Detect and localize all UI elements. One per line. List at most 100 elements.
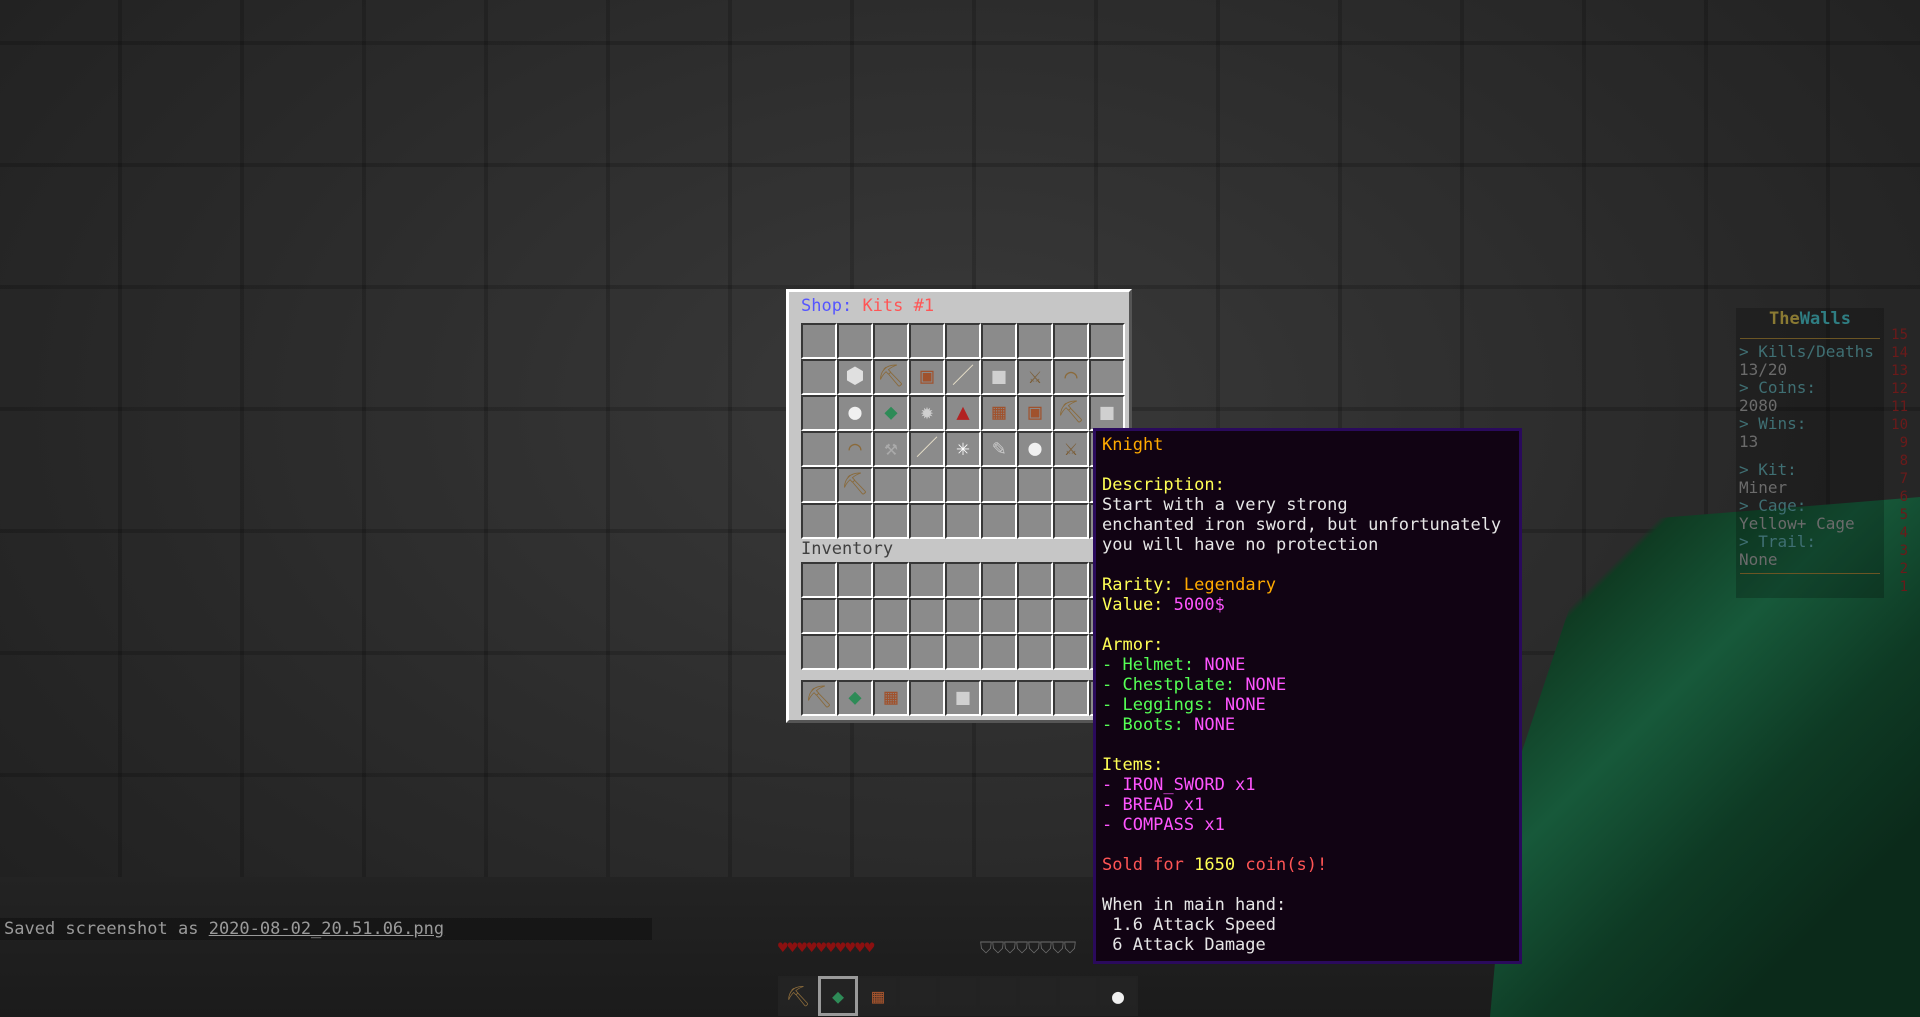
- hotbar-item-icon: ●: [1111, 984, 1125, 1008]
- shop-slot[interactable]: ⌒: [1053, 359, 1089, 395]
- shop-slot[interactable]: ／: [909, 431, 945, 467]
- inventory-slot[interactable]: [873, 598, 909, 634]
- item-icon: ⌒: [848, 436, 862, 461]
- inventory-slot[interactable]: [981, 598, 1017, 634]
- inventory-hotbar-slot[interactable]: ◆: [837, 680, 873, 716]
- shop-slot[interactable]: [1053, 323, 1089, 359]
- shop-slot[interactable]: ⚒: [873, 431, 909, 467]
- shop-slot[interactable]: [1017, 467, 1053, 503]
- shop-slot[interactable]: [909, 503, 945, 539]
- shop-slot[interactable]: ⛏: [837, 467, 873, 503]
- inventory-slot[interactable]: [909, 634, 945, 670]
- shop-slot[interactable]: ■: [981, 359, 1017, 395]
- shop-slot[interactable]: ⛏: [1053, 395, 1089, 431]
- inventory-slot[interactable]: [801, 634, 837, 670]
- inventory-slot[interactable]: [1017, 634, 1053, 670]
- shop-slot[interactable]: [1053, 467, 1089, 503]
- shop-slot[interactable]: ⚔: [1017, 359, 1053, 395]
- hud-hotbar-slot[interactable]: [1018, 976, 1058, 1016]
- inventory-hotbar-slot[interactable]: [981, 680, 1017, 716]
- shop-slot[interactable]: [1017, 323, 1053, 359]
- inventory-hotbar-slot[interactable]: [1017, 680, 1053, 716]
- inventory-slot[interactable]: [837, 598, 873, 634]
- shop-slot[interactable]: [801, 467, 837, 503]
- shop-slot[interactable]: [801, 431, 837, 467]
- shop-slot[interactable]: ▣: [1017, 395, 1053, 431]
- shop-slot[interactable]: [801, 323, 837, 359]
- shop-slot[interactable]: [801, 359, 837, 395]
- shop-slot[interactable]: ⬢: [837, 359, 873, 395]
- shop-slot[interactable]: ▣: [909, 359, 945, 395]
- hud-hotbar-slot[interactable]: ⛏: [778, 976, 818, 1016]
- shop-slot[interactable]: [981, 503, 1017, 539]
- shop-slot[interactable]: ⌒: [837, 431, 873, 467]
- shop-slot[interactable]: [1089, 323, 1125, 359]
- inventory-hotbar-slot[interactable]: ⛏: [801, 680, 837, 716]
- hud-hotbar-slot[interactable]: ▦: [858, 976, 898, 1016]
- shop-slot[interactable]: ✎: [981, 431, 1017, 467]
- screenshot-filename-link[interactable]: 2020-08-02_20.51.06.png: [209, 919, 444, 939]
- shop-slot[interactable]: ⚔: [1053, 431, 1089, 467]
- shop-slot[interactable]: [945, 503, 981, 539]
- shop-slot[interactable]: [909, 323, 945, 359]
- shop-slot[interactable]: ✳: [945, 431, 981, 467]
- shop-slot[interactable]: ▦: [981, 395, 1017, 431]
- shop-slot[interactable]: ●: [837, 395, 873, 431]
- armor-label: Armor:: [1102, 635, 1164, 655]
- shop-slot[interactable]: [873, 503, 909, 539]
- inventory-slot[interactable]: [1017, 562, 1053, 598]
- shop-slot[interactable]: [981, 323, 1017, 359]
- inventory-slot[interactable]: [801, 562, 837, 598]
- shop-slot[interactable]: ⛏: [873, 359, 909, 395]
- hud-hotbar-slot[interactable]: [978, 976, 1018, 1016]
- inventory-slot[interactable]: [1053, 562, 1089, 598]
- inventory-slot[interactable]: [873, 634, 909, 670]
- hud-hotbar-slot[interactable]: [898, 976, 938, 1016]
- hotbar-item-icon: ⛏: [785, 984, 811, 1008]
- shop-slot[interactable]: [873, 323, 909, 359]
- inventory-slot[interactable]: [837, 562, 873, 598]
- shop-slot[interactable]: ◆: [873, 395, 909, 431]
- trail-value: None: [1739, 550, 1778, 569]
- inventory-slot[interactable]: [945, 634, 981, 670]
- inventory-slot[interactable]: [1017, 598, 1053, 634]
- shop-slot[interactable]: ✹: [909, 395, 945, 431]
- shop-slot[interactable]: [1089, 359, 1125, 395]
- shop-slot[interactable]: ■: [1089, 395, 1125, 431]
- shop-slot[interactable]: ●: [1017, 431, 1053, 467]
- shop-slot[interactable]: [945, 467, 981, 503]
- item-icon: ■: [956, 685, 970, 710]
- inventory-hotbar-slot[interactable]: ■: [945, 680, 981, 716]
- hud-hotbar-slot[interactable]: ◆: [818, 976, 858, 1016]
- shop-slot[interactable]: ▲: [945, 395, 981, 431]
- inventory-slot[interactable]: [1053, 598, 1089, 634]
- shop-slot[interactable]: [837, 503, 873, 539]
- player-hotbar-grid: ⛏ ◆ ▦ ■: [801, 680, 1125, 716]
- inventory-slot[interactable]: [945, 598, 981, 634]
- inventory-hotbar-slot[interactable]: [909, 680, 945, 716]
- shop-slot[interactable]: [1053, 503, 1089, 539]
- inventory-slot[interactable]: [801, 598, 837, 634]
- inventory-slot[interactable]: [945, 562, 981, 598]
- inventory-slot[interactable]: [981, 634, 1017, 670]
- shop-slot[interactable]: [909, 467, 945, 503]
- shop-slot[interactable]: [873, 467, 909, 503]
- shop-slot[interactable]: ／: [945, 359, 981, 395]
- hud-hotbar-slot[interactable]: [1058, 976, 1098, 1016]
- inventory-slot[interactable]: [873, 562, 909, 598]
- shop-slot[interactable]: [837, 323, 873, 359]
- hud-hotbar-slot[interactable]: ●: [1098, 976, 1138, 1016]
- shop-slot[interactable]: [945, 323, 981, 359]
- shop-slot[interactable]: [981, 467, 1017, 503]
- shop-slot[interactable]: [801, 503, 837, 539]
- inventory-slot[interactable]: [1053, 634, 1089, 670]
- inventory-hotbar-slot[interactable]: ▦: [873, 680, 909, 716]
- shop-slot[interactable]: [1017, 503, 1053, 539]
- inventory-hotbar-slot[interactable]: [1053, 680, 1089, 716]
- inventory-slot[interactable]: [909, 598, 945, 634]
- hud-hotbar-slot[interactable]: [938, 976, 978, 1016]
- inventory-slot[interactable]: [981, 562, 1017, 598]
- inventory-slot[interactable]: [837, 634, 873, 670]
- inventory-slot[interactable]: [909, 562, 945, 598]
- shop-slot[interactable]: [801, 395, 837, 431]
